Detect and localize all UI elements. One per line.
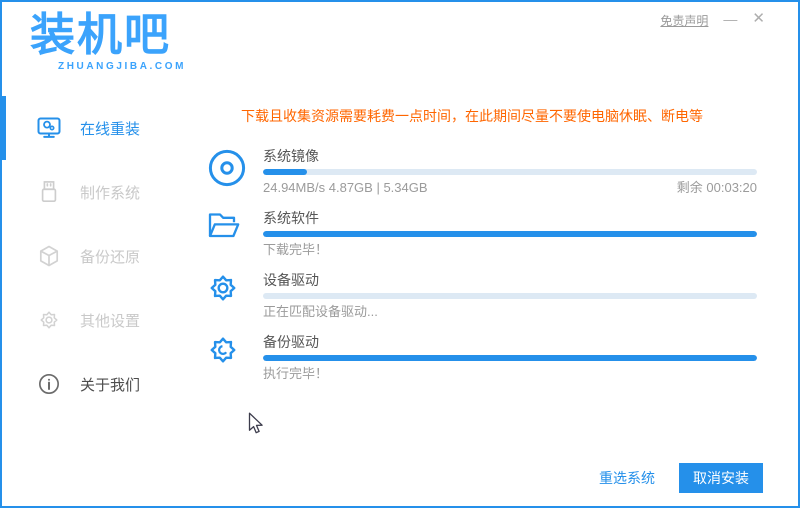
sidebar-item-make-system[interactable]: 制作系统: [2, 160, 185, 224]
download-notice: 下载且收集资源需要耗费一点时间，在此期间尽量不要使电脑休眠、断电等: [241, 108, 703, 124]
cancel-install-button[interactable]: 取消安装: [679, 463, 763, 493]
gear-icon: [187, 272, 263, 319]
mouse-cursor-icon: [248, 412, 264, 436]
disclaimer-link[interactable]: 免责声明: [660, 12, 708, 29]
task-status: 执行完毕！: [263, 366, 757, 381]
app-window: 免责声明 — ✕ 装机吧 ZHUANGJIBA.COM 在线重装 制作系统 备份…: [0, 0, 800, 508]
settings-gear-icon: [37, 308, 61, 332]
sidebar-item-online-reinstall[interactable]: 在线重装: [2, 96, 185, 160]
sidebar-item-label: 其他设置: [80, 312, 141, 330]
task-row-backup-driver: 备份驱动 执行完毕！: [187, 334, 757, 381]
task-row-system-image: 系统镜像 24.94MB/s 4.87GB | 5.34GB 剩余 00:03:…: [187, 148, 757, 195]
task-status: 24.94MB/s 4.87GB | 5.34GB 剩余 00:03:20: [263, 180, 757, 195]
progress-fill: [263, 169, 308, 175]
task-list: 系统镜像 24.94MB/s 4.87GB | 5.34GB 剩余 00:03:…: [187, 148, 757, 381]
info-icon: [37, 372, 61, 396]
task-body: 备份驱动 执行完毕！: [263, 334, 757, 381]
progress-bar: [263, 293, 757, 299]
progress-bar: [263, 231, 757, 237]
task-row-device-driver: 设备驱动 正在匹配设备驱动...: [187, 272, 757, 319]
task-status-left: 下载完毕！: [263, 242, 329, 257]
sidebar-item-label: 在线重装: [80, 120, 141, 138]
disc-icon: [187, 148, 263, 195]
progress-bar: [263, 169, 757, 175]
task-name: 设备驱动: [263, 272, 319, 288]
task-body: 系统镜像 24.94MB/s 4.87GB | 5.34GB 剩余 00:03:…: [263, 148, 757, 195]
logo-title: 装机吧: [30, 9, 172, 60]
sidebar-item-label: 备份还原: [80, 248, 141, 266]
sidebar-item-label: 制作系统: [80, 184, 141, 202]
progress-bar: [263, 355, 757, 361]
sidebar: 在线重装 制作系统 备份还原 其他设置 关于我们: [2, 96, 185, 416]
usb-icon: [37, 180, 61, 204]
monitor-reinstall-icon: [37, 116, 61, 140]
task-body: 系统软件 下载完毕！: [263, 210, 757, 257]
logo-subtitle: ZHUANGJIBA.COM: [58, 60, 187, 72]
task-row-system-software: 系统软件 下载完毕！: [187, 210, 757, 257]
task-status-left: 正在匹配设备驱动...: [263, 304, 378, 319]
backup-restore-icon: [37, 244, 61, 268]
close-button[interactable]: ✕: [752, 11, 765, 26]
task-name: 备份驱动: [263, 334, 319, 350]
app-logo: 装机吧 ZHUANGJIBA.COM: [30, 10, 186, 72]
sidebar-item-about-us[interactable]: 关于我们: [2, 352, 185, 416]
folder-icon: [187, 210, 263, 257]
task-status-right: 剩余 00:03:20: [676, 180, 757, 195]
progress-fill: [263, 231, 757, 237]
task-status: 正在匹配设备驱动...: [263, 304, 757, 319]
sidebar-item-backup-restore[interactable]: 备份还原: [2, 224, 185, 288]
task-name: 系统软件: [263, 210, 319, 226]
sidebar-item-other-settings[interactable]: 其他设置: [2, 288, 185, 352]
sidebar-item-label: 关于我们: [80, 376, 141, 394]
minimize-button[interactable]: —: [723, 12, 737, 26]
task-status-left: 执行完毕！: [263, 366, 329, 381]
task-status-left: 24.94MB/s 4.87GB | 5.34GB: [263, 180, 428, 195]
main-panel: 下载且收集资源需要耗费一点时间，在此期间尽量不要使电脑休眠、断电等 系统镜像 2…: [187, 92, 757, 396]
progress-fill: [263, 355, 757, 361]
task-body: 设备驱动 正在匹配设备驱动...: [263, 272, 757, 319]
task-name: 系统镜像: [263, 148, 319, 164]
task-status: 下载完毕！: [263, 242, 757, 257]
gear-sync-icon: [187, 334, 263, 381]
reselect-system-link[interactable]: 重选系统: [599, 468, 655, 488]
footer: 重选系统 取消安装: [599, 463, 763, 493]
